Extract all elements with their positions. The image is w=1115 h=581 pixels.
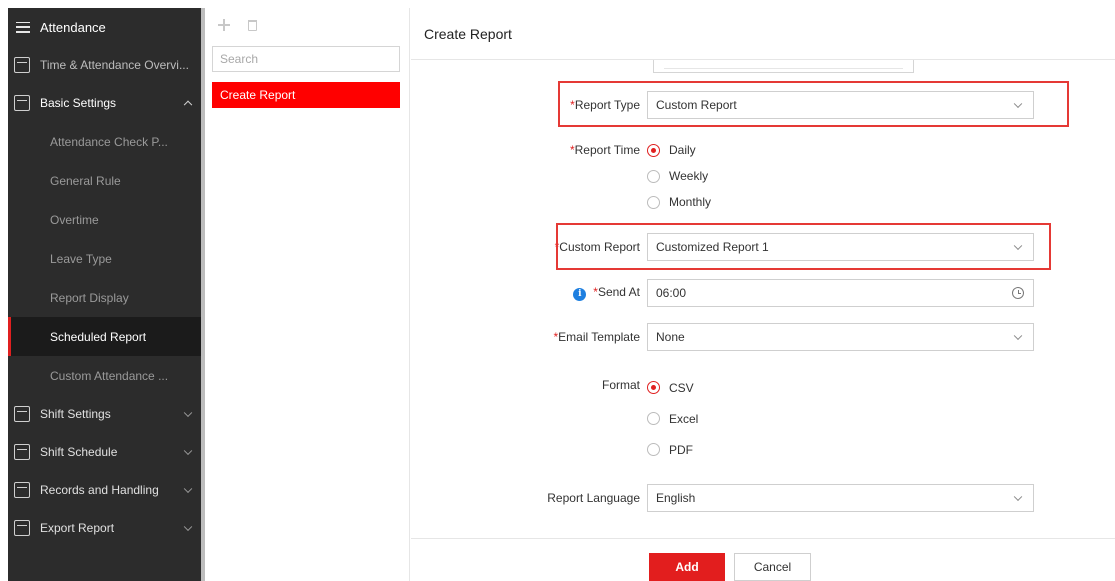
radio-csv[interactable]: CSV (647, 372, 698, 403)
sidebar-subitem-attendance-check[interactable]: Attendance Check P... (8, 122, 201, 161)
sidebar-item-records-handling[interactable]: Records and Handling (8, 471, 201, 509)
send-at-time-input[interactable]: 06:00 (647, 279, 1034, 307)
settings-icon (14, 95, 30, 111)
partial-field (653, 60, 914, 73)
info-icon[interactable]: i (573, 287, 587, 301)
chevron-down-icon (1013, 492, 1023, 502)
radio-daily[interactable]: Daily (647, 137, 711, 163)
sidebar-item-label: Export Report (40, 521, 115, 535)
radio-excel[interactable]: Excel (647, 403, 698, 434)
calendar-icon (14, 444, 30, 460)
highlight-box (556, 223, 1051, 270)
radio-monthly[interactable]: Monthly (647, 189, 711, 215)
sidebar-subitem-custom-attendance[interactable]: Custom Attendance ... (8, 356, 201, 395)
format-options: CSV Excel PDF (647, 372, 698, 465)
sidebar-item-label: Time & Attendance Overvi... (40, 58, 189, 72)
add-button[interactable]: Add (649, 553, 725, 581)
radio-selected-icon (647, 143, 660, 157)
sidebar-item-label: Shift Settings (40, 407, 111, 421)
app-title: Attendance (40, 19, 106, 35)
menu-icon[interactable] (16, 21, 30, 33)
email-template-label: *Email Template (553, 330, 641, 344)
footer-divider (411, 538, 1115, 539)
calendar-grid-icon (14, 482, 30, 498)
calendar-check-icon (14, 406, 30, 422)
radio-icon (647, 412, 660, 425)
report-time-options: Daily Weekly Monthly (647, 137, 711, 215)
chevron-down-icon (183, 408, 193, 418)
report-language-select[interactable]: English (647, 484, 1034, 512)
email-template-row: *Email Template None (411, 323, 1115, 351)
report-time-row: *Report Time Daily Weekly Monthly (411, 137, 1115, 215)
sidebar-subitem-overtime[interactable]: Overtime (8, 200, 201, 239)
sidebar-item-label: Shift Schedule (40, 445, 118, 459)
email-template-value: None (656, 330, 685, 344)
radio-pdf[interactable]: PDF (647, 434, 698, 465)
radio-icon (647, 443, 660, 456)
email-template-select[interactable]: None (647, 323, 1034, 351)
format-row: Format CSV Excel PDF (411, 372, 1115, 465)
sidebar-subitem-scheduled-report[interactable]: Scheduled Report (8, 317, 201, 356)
page-title: Create Report (411, 8, 1115, 60)
chevron-down-icon (1013, 331, 1023, 341)
radio-weekly[interactable]: Weekly (647, 163, 711, 189)
chevron-down-icon (183, 522, 193, 532)
search-input[interactable] (212, 46, 400, 72)
main-content: Create Report *Report Type Custom Report… (411, 8, 1115, 581)
overview-icon (14, 57, 30, 73)
list-toolbar (205, 8, 409, 42)
delete-icon[interactable] (248, 19, 257, 31)
report-language-value: English (656, 491, 696, 505)
chevron-down-icon (183, 446, 193, 456)
sidebar-item-basic-settings[interactable]: Basic Settings (8, 84, 201, 122)
add-icon[interactable] (218, 19, 230, 31)
sidebar-header[interactable]: Attendance (8, 8, 201, 46)
chevron-up-icon (183, 100, 193, 110)
format-label: Format (601, 378, 640, 392)
radio-icon (647, 169, 660, 183)
report-language-label: Report Language (547, 491, 640, 505)
sidebar-item-shift-schedule[interactable]: Shift Schedule (8, 433, 201, 471)
sidebar-item-label: Basic Settings (40, 96, 117, 110)
sidebar-subitem-report-display[interactable]: Report Display (8, 278, 201, 317)
sidebar-item-shift-settings[interactable]: Shift Settings (8, 395, 201, 433)
chevron-down-icon (183, 484, 193, 494)
sidebar-subitem-leave-type[interactable]: Leave Type (8, 239, 201, 278)
sidebar-item-export-report[interactable]: Export Report (8, 509, 201, 547)
report-language-row: Report Language English (411, 484, 1115, 512)
list-item[interactable]: Create Report (212, 82, 400, 108)
sidebar-item-overview[interactable]: Time & Attendance Overvi... (8, 46, 201, 84)
report-time-label: *Report Time (569, 143, 640, 157)
report-list-panel: Create Report (205, 8, 410, 581)
radio-icon (647, 195, 660, 209)
send-at-row: i *Send At 06:00 (411, 279, 1115, 307)
sidebar: Attendance Time & Attendance Overvi... B… (8, 8, 201, 581)
highlight-box (558, 81, 1069, 127)
clock-icon[interactable] (1012, 287, 1024, 299)
sidebar-item-label: Records and Handling (40, 483, 159, 497)
send-at-value: 06:00 (656, 286, 687, 300)
send-at-label: i *Send At (411, 285, 647, 301)
cancel-button[interactable]: Cancel (734, 553, 811, 581)
calendar-chart-icon (14, 520, 30, 536)
sidebar-subitem-general-rule[interactable]: General Rule (8, 161, 201, 200)
radio-selected-icon (647, 381, 660, 394)
